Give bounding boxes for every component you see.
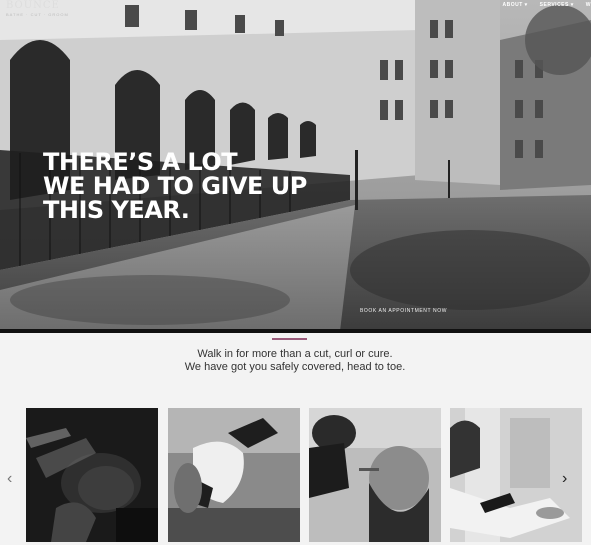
hero-headline: THERE’S A LOT WE HAD TO GIVE UP THIS YEA… [43,150,343,222]
top-nav: ABOUT ▾ SERVICES ▾ W [502,2,591,8]
barber-photo [26,408,158,542]
beard-trim-photo [309,408,441,542]
nav-item-more[interactable]: W [586,2,591,8]
book-appointment-link[interactable]: BOOK AN APPOINTMENT NOW [360,308,447,314]
carousel-card-face-mask[interactable] [168,408,300,542]
hero-headline-line: THIS YEAR. [43,196,190,224]
hero-headline-line: WE HAD TO GIVE UP [43,172,307,200]
intro-line-1: Walk in for more than a cut, curl or cur… [197,348,393,360]
chevron-right-icon: › [562,470,568,487]
brand-logo[interactable]: BOUNCE [6,0,60,11]
nav-item-about[interactable]: ABOUT ▾ [502,2,527,8]
hero-bottom-border [0,329,591,333]
nav-item-services[interactable]: SERVICES ▾ [540,2,574,8]
carousel-next-button[interactable]: › [562,470,567,488]
hero-banner: BOUNCE BATHE · CUT · GROOM ABOUT ▾ SERVI… [0,0,591,331]
carousel-card-barber[interactable] [26,408,158,542]
face-mask-photo [168,408,300,542]
carousel-card-beard-trim[interactable] [309,408,441,542]
brand-subtitle: BATHE · CUT · GROOM [6,12,69,17]
section-divider [272,338,307,340]
intro-text: Walk in for more than a cut, curl or cur… [140,348,450,374]
intro-line-2: We have got you safely covered, head to … [184,361,406,373]
services-carousel [0,405,591,545]
chevron-left-icon: ‹ [7,470,13,487]
hero-headline-line: THERE’S A LOT [43,148,238,176]
carousel-prev-button[interactable]: ‹ [7,470,12,488]
